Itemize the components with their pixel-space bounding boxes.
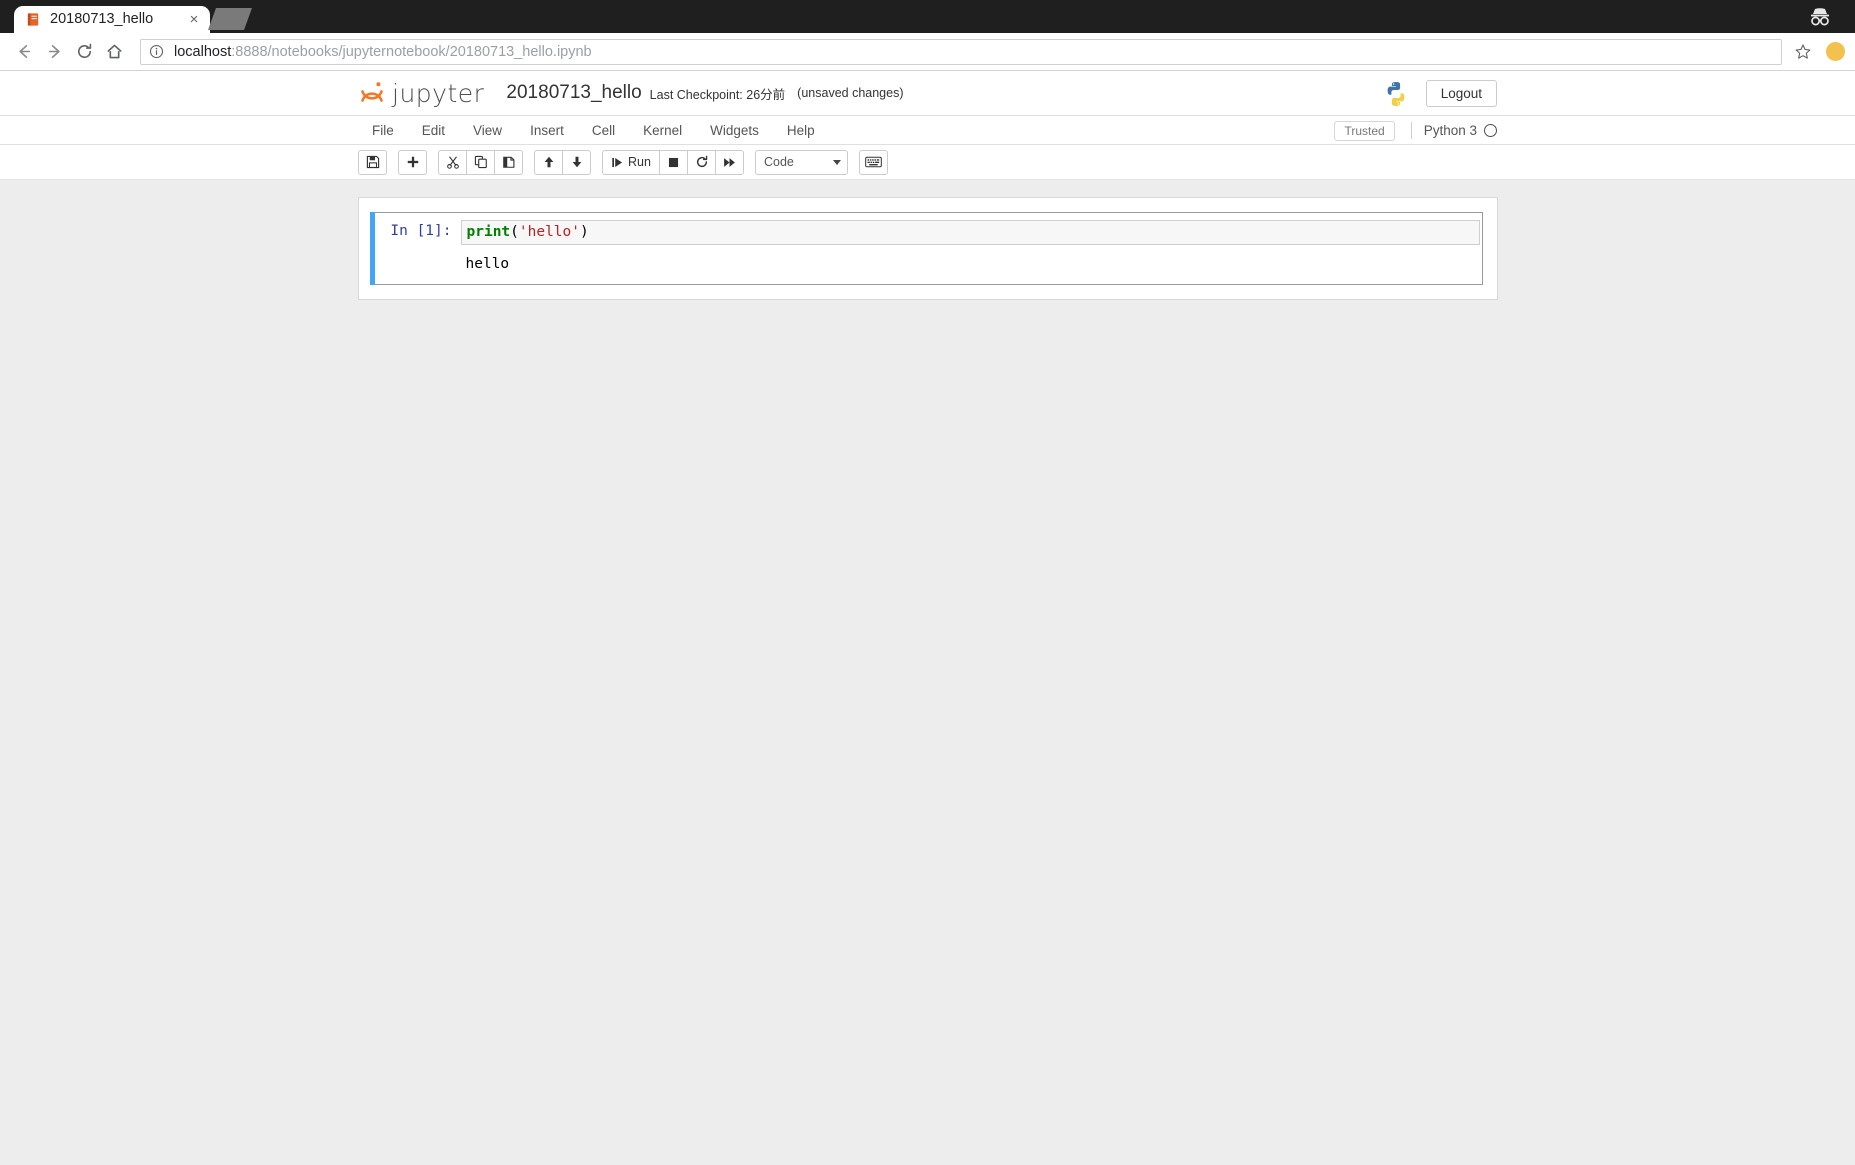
divider bbox=[1410, 122, 1412, 139]
paste-cell-button[interactable] bbox=[494, 149, 523, 175]
scissors-icon bbox=[446, 155, 460, 169]
browser-tab-title: 20180713_hello bbox=[50, 11, 154, 27]
kernel-idle-indicator-icon bbox=[1484, 124, 1497, 137]
code-token-string: 'hello' bbox=[518, 224, 580, 240]
fast-forward-icon bbox=[723, 156, 736, 169]
trusted-badge[interactable]: Trusted bbox=[1334, 120, 1395, 141]
insert-cell-below-button[interactable] bbox=[398, 149, 427, 175]
notebook-cell[interactable]: In [1]: print('hello') hello bbox=[369, 212, 1483, 285]
toolbar-group-palette bbox=[859, 149, 888, 175]
menu-kernel[interactable]: Kernel bbox=[629, 116, 696, 145]
copy-cell-button[interactable] bbox=[466, 149, 495, 175]
arrow-up-icon bbox=[542, 155, 556, 169]
toolbar-group-move bbox=[534, 149, 591, 175]
jupyter-toolbar: Run Code bbox=[0, 145, 1855, 180]
menu-edit[interactable]: Edit bbox=[408, 116, 459, 145]
toolbar-group-clipboard bbox=[438, 149, 523, 175]
keyboard-icon bbox=[865, 156, 882, 168]
restart-kernel-button[interactable] bbox=[687, 149, 716, 175]
arrow-down-icon bbox=[570, 155, 584, 169]
restart-and-run-all-button[interactable] bbox=[715, 149, 744, 175]
restart-circular-arrow-icon bbox=[695, 155, 709, 169]
address-bar-host: localhost bbox=[174, 43, 232, 60]
address-bar[interactable]: localhost:8888/notebooks/jupyternotebook… bbox=[140, 38, 1782, 65]
jupyter-notebook-favicon-icon bbox=[26, 12, 41, 27]
jupyter-menubar: File Edit View Insert Cell Kernel Widget… bbox=[0, 116, 1855, 145]
menu-file[interactable]: File bbox=[358, 116, 408, 145]
chevron-down-icon bbox=[833, 159, 841, 165]
jupyter-header: jupyter 20180713_hello Last Checkpoint: … bbox=[0, 71, 1855, 116]
menu-widgets[interactable]: Widgets bbox=[696, 116, 773, 145]
menu-help[interactable]: Help bbox=[773, 116, 829, 145]
address-bar-path: :8888/notebooks/jupyternotebook/20180713… bbox=[231, 43, 592, 60]
jupyter-logo-link[interactable]: jupyter bbox=[358, 79, 484, 108]
cell-output-stdout: hello bbox=[465, 256, 510, 272]
run-icon bbox=[611, 156, 624, 169]
info-circle-icon bbox=[149, 44, 165, 60]
floppy-disk-icon bbox=[366, 155, 380, 169]
home-icon[interactable] bbox=[100, 38, 128, 66]
copy-icon bbox=[474, 155, 488, 169]
toolbar-group-save bbox=[358, 149, 387, 175]
stop-square-icon bbox=[667, 156, 680, 169]
code-token-paren-close: ) bbox=[580, 224, 589, 240]
menu-view[interactable]: View bbox=[459, 116, 516, 145]
cell-input-prompt: In [1]: bbox=[390, 223, 452, 239]
close-tab-icon[interactable]: × bbox=[186, 11, 202, 28]
jupyter-page: jupyter 20180713_hello Last Checkpoint: … bbox=[0, 71, 1855, 1165]
run-button-label: Run bbox=[628, 155, 651, 169]
move-cell-down-button[interactable] bbox=[562, 149, 591, 175]
kernel-name-label: Python 3 bbox=[1423, 123, 1477, 138]
notebook-container: In [1]: print('hello') hello bbox=[357, 197, 1498, 300]
cell-selected-indicator bbox=[369, 212, 375, 285]
save-button[interactable] bbox=[358, 149, 387, 175]
profile-avatar[interactable] bbox=[1826, 42, 1845, 61]
run-cell-button[interactable]: Run bbox=[602, 149, 660, 175]
keyboard-shortcuts-button[interactable] bbox=[859, 149, 888, 175]
move-cell-up-button[interactable] bbox=[534, 149, 563, 175]
cell-body: print('hello') hello bbox=[460, 220, 1482, 277]
logout-button[interactable]: Logout bbox=[1425, 79, 1497, 108]
header-right-controls: Logout bbox=[1384, 71, 1497, 116]
code-token-paren-open: ( bbox=[510, 224, 519, 240]
notebook-canvas: In [1]: print('hello') hello bbox=[0, 180, 1855, 1165]
unsaved-changes-text: (unsaved changes) bbox=[797, 86, 904, 100]
plus-icon bbox=[406, 155, 420, 169]
address-bar-url: localhost:8888/notebooks/jupyternotebook… bbox=[174, 44, 592, 60]
cut-cell-button[interactable] bbox=[438, 149, 467, 175]
star-bookmark-icon[interactable] bbox=[1790, 39, 1816, 65]
jupyter-wordmark: jupyter bbox=[392, 78, 485, 108]
toolbar-group-run: Run bbox=[602, 149, 744, 175]
cell-type-selected-value: Code bbox=[764, 155, 794, 169]
new-tab-button[interactable] bbox=[207, 8, 253, 30]
paste-icon bbox=[502, 155, 516, 169]
cell-type-select[interactable]: Code bbox=[755, 149, 848, 175]
browser-toolbar: localhost:8888/notebooks/jupyternotebook… bbox=[0, 33, 1855, 71]
forward-arrow-icon[interactable] bbox=[40, 38, 68, 66]
menu-insert[interactable]: Insert bbox=[516, 116, 578, 145]
interrupt-kernel-button[interactable] bbox=[659, 149, 688, 175]
last-checkpoint-text: Last Checkpoint: 26分前 bbox=[649, 87, 786, 102]
browser-tab[interactable]: 20180713_hello × bbox=[14, 6, 210, 33]
python-logo-icon bbox=[1384, 81, 1408, 107]
code-token-function: print bbox=[466, 224, 511, 240]
incognito-icon bbox=[1803, 4, 1837, 28]
back-arrow-icon[interactable] bbox=[10, 38, 38, 66]
menu-cell[interactable]: Cell bbox=[578, 116, 629, 145]
toolbar-group-insert bbox=[398, 149, 427, 175]
jupyter-logo-icon bbox=[358, 79, 386, 107]
browser-tab-strip: 20180713_hello × bbox=[0, 0, 1855, 33]
reload-icon[interactable] bbox=[70, 38, 98, 66]
notebook-name[interactable]: 20180713_hello bbox=[506, 82, 641, 104]
menubar-right-status: Trusted Python 3 bbox=[1334, 116, 1497, 145]
code-editor[interactable]: print('hello') bbox=[460, 220, 1480, 245]
